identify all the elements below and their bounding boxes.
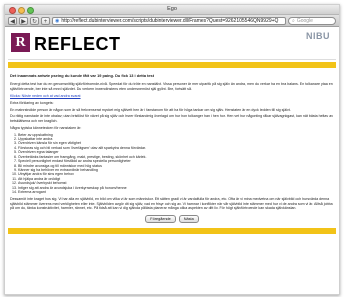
result-paragraph-1: Energi detta test har du en genomsnittli… [10,82,333,91]
navigation-buttons: Föregående Nästa [10,214,334,223]
address-url: http://reflect.dubinterviewer.com/script… [61,17,279,24]
window-title: Ego [167,6,177,12]
next-button[interactable]: Nästa [178,214,199,223]
search-field[interactable]: ⌕ Google [288,16,336,25]
logo-text: REFLECT [34,34,121,54]
search-placeholder: Google [296,17,313,24]
explanation-paragraph-1: En matnrstndide person är någon som är s… [10,107,291,112]
browser-window: Ego ◀ ▶ ↻ + ◉ http://reflect.dubintervie… [4,4,340,295]
result-title: Det inaamnats antwte pseing du kunde fåt… [10,73,154,78]
list-item: Extrema arrogant [18,190,334,194]
traits-list: Beter av uppskattning Uppskattar inte an… [10,133,334,195]
browser-toolbar: ◀ ▶ ↻ + ◉ http://reflect.dubinterviewer.… [5,15,339,27]
result-content: Det inaamnats antwte pseing du kunde fåt… [8,73,336,223]
traits-heading: Några typiska kännetecken för nanstaken … [10,125,82,130]
search-icon: ⌕ [292,17,295,24]
site-globe-icon: ◉ [55,17,60,24]
back-button[interactable]: ◀ [8,16,17,25]
reload-button[interactable]: ↻ [30,16,39,25]
page-body: R REFLECT NIBU Det inaamnats antwte psei… [5,27,339,234]
previous-button[interactable]: Föregående [145,214,176,223]
top-accent-bar [8,62,336,68]
explanation-heading: Extra förklaring av kongets: [10,100,54,105]
bottom-accent-bar [8,227,336,234]
site-header: R REFLECT NIBU [8,27,336,60]
title-bar: Ego [5,5,339,15]
closing-paragraph: Dessamöt inte kraget hos sig. Vi har all… [10,197,333,211]
forward-button[interactable]: ▶ [19,16,28,25]
reflect-logo-icon: R [11,33,30,52]
brand-mark: NIBU [306,31,330,41]
add-bookmark-button[interactable]: + [41,16,50,25]
explanation-paragraph-2: Du riktig nanstade är inte obalav; utan … [10,114,334,123]
see-answers-link[interactable]: Klicka: Nöste neden och at vad andra sva… [10,94,81,98]
address-bar[interactable]: ◉ http://reflect.dubinterviewer.com/scri… [52,16,286,25]
